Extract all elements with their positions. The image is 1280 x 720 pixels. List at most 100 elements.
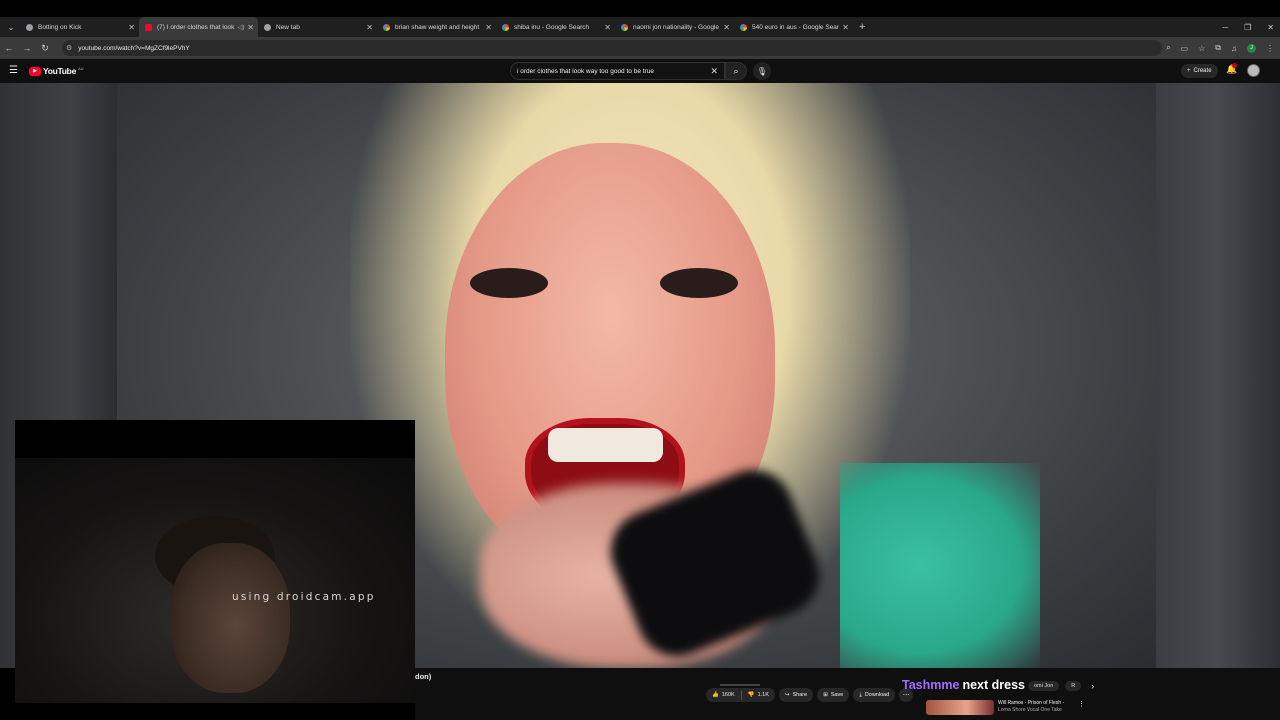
cast-icon[interactable]: ▭ — [1181, 44, 1189, 53]
bookmark-icon: ⊞ — [823, 692, 828, 698]
reload-icon[interactable]: ↻ — [36, 43, 54, 54]
like-count: 160K — [721, 692, 735, 698]
browser-toolbar: ← → ↻ ⚙ youtube.com/watch?v=MgZCf9lePVhY… — [0, 37, 1280, 59]
dislike-button[interactable]: 👎 1.1K — [742, 692, 775, 698]
tab-shiba-inu[interactable]: shiba inu - Google Search ✕ — [496, 17, 615, 37]
download-label: Download — [864, 692, 890, 698]
youtube-logo[interactable]: ▶ YouTube AU — [29, 66, 84, 76]
download-icon: ⤓ — [859, 691, 862, 698]
close-window-icon[interactable]: ✕ — [1267, 23, 1274, 32]
recommended-title-line2: Lorna Shore Vocal One Take — [998, 707, 1062, 713]
bookmark-star-icon[interactable]: ☆ — [1198, 44, 1205, 53]
youtube-play-icon: ▶ — [29, 66, 41, 76]
recommended-menu-icon[interactable]: ⋮ — [1078, 700, 1085, 708]
recommended-video[interactable]: Will Ramos - Prison of Flesh - Lorna Sho… — [926, 700, 1276, 720]
recommended-title: Will Ramos - Prison of Flesh - — [998, 700, 1065, 706]
address-bar[interactable]: ⚙ youtube.com/watch?v=MgZCf9lePVhY — [62, 40, 1162, 56]
close-icon[interactable]: ✕ — [128, 23, 135, 32]
account-avatar[interactable] — [1247, 64, 1260, 77]
tab-search-icon[interactable]: ⌄ — [2, 18, 20, 36]
save-label: Save — [830, 692, 844, 698]
tab-botting-on-kick[interactable]: Botting on Kick ✕ — [20, 17, 139, 37]
restore-icon[interactable]: ❐ — [1244, 23, 1251, 32]
tab-label: New tab — [276, 23, 300, 31]
tab-label: Botting on Kick — [38, 23, 82, 31]
overlay-caption: next dress — [962, 678, 1025, 692]
tab-label: (7) I order clothes that look — [157, 23, 235, 31]
webcam-feed: using droidcam.app — [15, 458, 415, 703]
video-title: don) — [415, 672, 432, 681]
forward-icon[interactable]: → — [18, 43, 36, 53]
share-label: Share — [792, 692, 808, 698]
new-tab-button[interactable]: + — [859, 21, 865, 33]
chrome-icon — [264, 23, 271, 31]
microphone-icon: 🎙 — [756, 66, 768, 76]
youtube-icon — [145, 23, 152, 31]
browser-tab-bar: ⌄ Botting on Kick ✕ (7) I order clothes … — [0, 17, 1280, 37]
tab-brian-shaw[interactable]: brian shaw weight and height ✕ — [377, 17, 496, 37]
tab-new-tab[interactable]: New tab ✕ — [258, 17, 377, 37]
droidcam-watermark: using droidcam.app — [232, 591, 376, 603]
close-icon[interactable]: ✕ — [247, 23, 254, 32]
tab-youtube-video[interactable]: (7) I order clothes that look ◁) ✕ — [139, 17, 258, 37]
share-button[interactable]: ↪ Share — [778, 688, 814, 702]
search-query: i order clothes that look way too good t… — [517, 67, 654, 75]
tooltip-bar — [720, 684, 760, 686]
back-icon[interactable]: ← — [0, 43, 18, 53]
more-menu-icon[interactable]: ⋮ — [1266, 44, 1274, 53]
like-button[interactable]: 👍 160K — [706, 692, 741, 698]
google-icon — [383, 23, 390, 31]
window-controls: ─ ❐ ✕ — [1222, 17, 1274, 37]
country-code: AU — [78, 66, 84, 71]
share-icon: ↪ — [784, 692, 790, 698]
media-controls-icon[interactable]: ♫ — [1231, 44, 1237, 53]
hamburger-menu-icon[interactable]: ☰ — [9, 65, 18, 76]
site-info-icon[interactable]: ⚙ — [66, 44, 72, 52]
webcam-overlay: using droidcam.app — [15, 420, 415, 720]
tab-label: brian shaw weight and height — [395, 23, 480, 31]
create-button[interactable]: + Create — [1181, 64, 1218, 78]
extensions-icon[interactable]: ⧉ — [1215, 43, 1221, 53]
tab-naomi-jon[interactable]: naomi jon nationality - Google ✕ — [615, 17, 734, 37]
video-subject-eye — [660, 268, 738, 298]
search-icon: ⌕ — [733, 65, 739, 76]
youtube-header: ☰ ▶ YouTube AU i order clothes that look… — [0, 59, 1280, 83]
search-input[interactable]: i order clothes that look way too good t… — [510, 62, 725, 80]
youtube-wordmark: YouTube — [43, 66, 76, 76]
tab-label: naomi jon nationality - Google — [633, 23, 719, 31]
like-dislike-group: 👍 160K 👎 1.1K — [706, 688, 775, 702]
zoom-icon[interactable]: ⌕ — [1166, 43, 1170, 53]
google-icon — [502, 23, 509, 31]
close-icon[interactable]: ✕ — [485, 23, 492, 32]
clear-search-icon[interactable]: ✕ — [710, 66, 718, 77]
stream-overlay-text: Tashmme next dress — [902, 678, 1025, 692]
close-icon[interactable]: ✕ — [366, 23, 373, 32]
recommended-meta: Will Ramos - Prison of Flesh - Lorna Sho… — [998, 700, 1064, 714]
streamer-face — [170, 543, 290, 693]
video-actions: 👍 160K 👎 1.1K ↪ Share ⊞ Save ⤓ Download ⋯ — [706, 688, 914, 702]
tab-540-euro[interactable]: 540 euro in aus - Google Search ✕ — [734, 17, 853, 37]
minimize-icon[interactable]: ─ — [1222, 23, 1228, 32]
video-subject-eye — [470, 268, 548, 298]
close-icon[interactable]: ✕ — [604, 23, 611, 32]
chip-naomi-jon[interactable]: omi Jon — [1028, 681, 1060, 691]
close-icon[interactable]: ✕ — [842, 23, 849, 32]
speaker-icon[interactable]: ◁) — [238, 24, 245, 31]
video-subject-teeth — [548, 428, 663, 462]
save-button[interactable]: ⊞ Save — [817, 688, 850, 702]
thumbs-down-icon: 👎 — [747, 692, 755, 698]
chip-r[interactable]: R — [1065, 681, 1082, 691]
voice-search-button[interactable]: 🎙 — [753, 62, 771, 80]
video-letterbox-right — [1156, 83, 1280, 668]
close-icon[interactable]: ✕ — [723, 23, 730, 32]
profile-avatar[interactable]: J — [1247, 43, 1256, 53]
google-icon — [621, 23, 628, 31]
plus-icon: + — [1187, 68, 1191, 74]
notifications-bell-icon[interactable]: 🔔 — [1226, 63, 1237, 75]
recommended-thumbnail[interactable] — [926, 700, 994, 715]
search-button[interactable]: ⌕ — [725, 62, 747, 80]
video-subject-shirt — [840, 463, 1040, 668]
download-button[interactable]: ⤓ Download — [853, 688, 896, 702]
chevron-right-icon[interactable]: › — [1091, 681, 1094, 691]
url-text: youtube.com/watch?v=MgZCf9lePVhY — [78, 44, 190, 52]
